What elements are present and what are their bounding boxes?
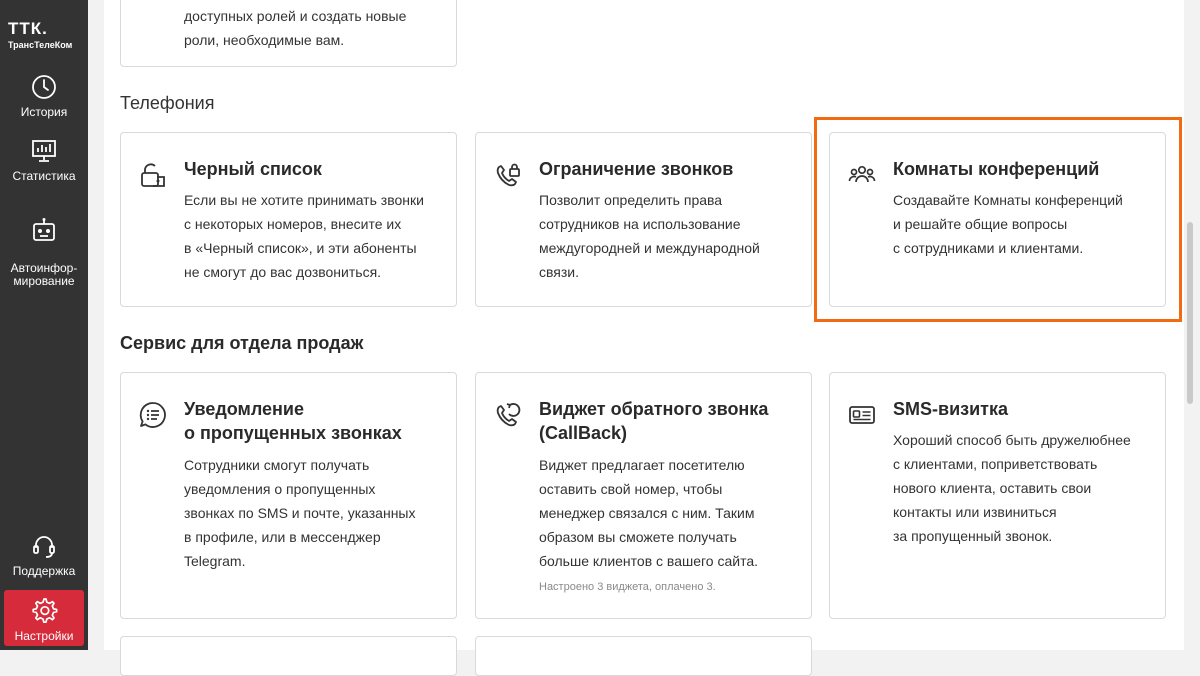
desc-line: менеджер связался с ним. Таким bbox=[539, 505, 755, 521]
nav-settings-label: Настройки bbox=[14, 629, 74, 643]
nav-autoinform-label: Автоинфор- мирование bbox=[10, 261, 78, 288]
card-title: Черный список bbox=[184, 159, 322, 179]
card-title: SMS-визитка bbox=[893, 399, 1008, 419]
clock-icon bbox=[32, 75, 56, 99]
sidebar: ТТК. ТрансТелеКом История Статистика Авт… bbox=[0, 0, 88, 650]
main-content: доступных ролей и создать новые роли, не… bbox=[104, 0, 1184, 676]
card-missed-calls[interactable]: Уведомление о пропущенных звонках Сотруд… bbox=[120, 372, 457, 619]
desc-line: сотрудников на использование bbox=[539, 216, 741, 232]
card-partial-middle[interactable] bbox=[475, 636, 812, 676]
callback-phone-icon bbox=[496, 403, 521, 427]
nav-settings[interactable]: Настройки bbox=[4, 590, 84, 646]
desc-line: за пропущенный звонок. bbox=[893, 528, 1053, 544]
card-desc: Сотрудники смогут получать уведомления о… bbox=[184, 453, 446, 573]
card-desc: Создавайте Комнаты конференций и решайте… bbox=[893, 188, 1155, 260]
chat-list-icon bbox=[139, 402, 166, 428]
nav-history[interactable]: История bbox=[4, 74, 84, 122]
section-title-sales: Сервис для отдела продаж bbox=[120, 333, 364, 353]
desc-line: Telegram. bbox=[184, 553, 246, 569]
desc-line: Создавайте Комнаты конференций bbox=[893, 192, 1123, 208]
nav-support[interactable]: Поддержка bbox=[4, 533, 84, 579]
card-desc: Если вы не хотите принимать звонки с нек… bbox=[184, 188, 446, 284]
desc-line: с клиентами, поприветствовать bbox=[893, 456, 1098, 472]
card-call-restriction[interactable]: Ограничение звонков Позволит определить … bbox=[475, 132, 812, 307]
widget-config-note: Настроено 3 виджета, оплачено 3. bbox=[539, 581, 716, 593]
desc-line: уведомления о пропущенных bbox=[184, 481, 376, 497]
desc-line: Сотрудники смогут получать bbox=[184, 457, 370, 473]
card-callback-widget[interactable]: Виджет обратного звонка (CallBack) Видже… bbox=[475, 372, 812, 619]
card-conference-rooms[interactable]: Комнаты конференций Создавайте Комнаты к… bbox=[829, 132, 1166, 307]
headset-icon bbox=[33, 536, 55, 558]
card-desc: Виджет предлагает посетителю оставить св… bbox=[539, 453, 801, 573]
card-title: Виджет обратного звонка (CallBack) bbox=[539, 399, 769, 443]
card-sms-card[interactable]: SMS-визитка Хороший способ быть дружелюб… bbox=[829, 372, 1166, 619]
gear-icon bbox=[32, 598, 58, 624]
desc-line: оставить свой номер, чтобы bbox=[539, 481, 723, 497]
desc-line: роли, необходимые вам. bbox=[184, 32, 345, 48]
nav-autoinform[interactable]: Автоинфор- мирование bbox=[4, 204, 84, 288]
people-icon bbox=[848, 165, 876, 183]
nav-statistics[interactable]: Статистика bbox=[4, 138, 84, 186]
card-title: Комнаты конференций bbox=[893, 159, 1100, 179]
desc-line: звонках по SMS и почте, указанных bbox=[184, 505, 416, 521]
card-title: Ограничение звонков bbox=[539, 159, 734, 179]
desc-line: больше клиентов с вашего сайта. bbox=[539, 553, 759, 569]
desc-line: контакты или извиниться bbox=[893, 504, 1057, 520]
robot-icon bbox=[33, 218, 55, 241]
desc-line: в профиле, или в мессенджер bbox=[184, 529, 381, 545]
id-card-icon bbox=[849, 406, 875, 424]
card-partial-left[interactable] bbox=[120, 636, 457, 676]
card-desc: Хороший способ быть дружелюбнее с клиент… bbox=[893, 428, 1155, 548]
desc-line: нового клиента, оставить свои bbox=[893, 480, 1092, 496]
desc-line: не смогут до вас дозвониться. bbox=[184, 264, 382, 280]
desc-line: Если вы не хотите принимать звонки bbox=[184, 192, 424, 208]
logo-main-text: ТТК. bbox=[8, 19, 48, 38]
card-title: Уведомление о пропущенных звонках bbox=[184, 399, 402, 443]
desc-line: междугородней и международной bbox=[539, 240, 760, 256]
lock-phone-icon bbox=[141, 163, 165, 187]
desc-line: Хороший способ быть дружелюбнее bbox=[893, 432, 1131, 448]
desc-line: в «Черный список», и эти абоненты bbox=[184, 240, 417, 256]
desc-line: с некоторых номеров, внесите их bbox=[184, 216, 402, 232]
logo-sub-text: ТрансТелеКом bbox=[8, 40, 73, 50]
desc-line: доступных ролей и создать новые bbox=[184, 8, 407, 24]
roles-card-desc: доступных ролей и создать новые роли, не… bbox=[184, 4, 446, 52]
card-desc: Позволит определить права сотрудников на… bbox=[539, 188, 801, 284]
desc-line: образом вы сможете получать bbox=[539, 529, 737, 545]
card-blacklist[interactable]: Черный список Если вы не хотите принимат… bbox=[120, 132, 457, 307]
roles-card[interactable]: доступных ролей и создать новые роли, не… bbox=[120, 0, 457, 67]
phone-lock-icon bbox=[496, 163, 520, 187]
chart-monitor-icon bbox=[32, 140, 56, 162]
nav-support-label: Поддержка bbox=[12, 564, 76, 578]
nav-statistics-label: Статистика bbox=[12, 169, 76, 183]
nav-history-label: История bbox=[20, 105, 68, 119]
ttk-logo[interactable]: ТТК. ТрансТелеКом bbox=[8, 20, 72, 51]
desc-line: связи. bbox=[539, 264, 579, 280]
scrollbar[interactable] bbox=[1187, 222, 1193, 404]
desc-line: Позволит определить права bbox=[539, 192, 723, 208]
desc-line: Виджет предлагает посетителю bbox=[539, 457, 745, 473]
desc-line: и решайте общие вопросы bbox=[893, 216, 1068, 232]
section-title-telephony: Телефония bbox=[120, 93, 215, 113]
desc-line: с сотрудниками и клиентами. bbox=[893, 240, 1084, 256]
